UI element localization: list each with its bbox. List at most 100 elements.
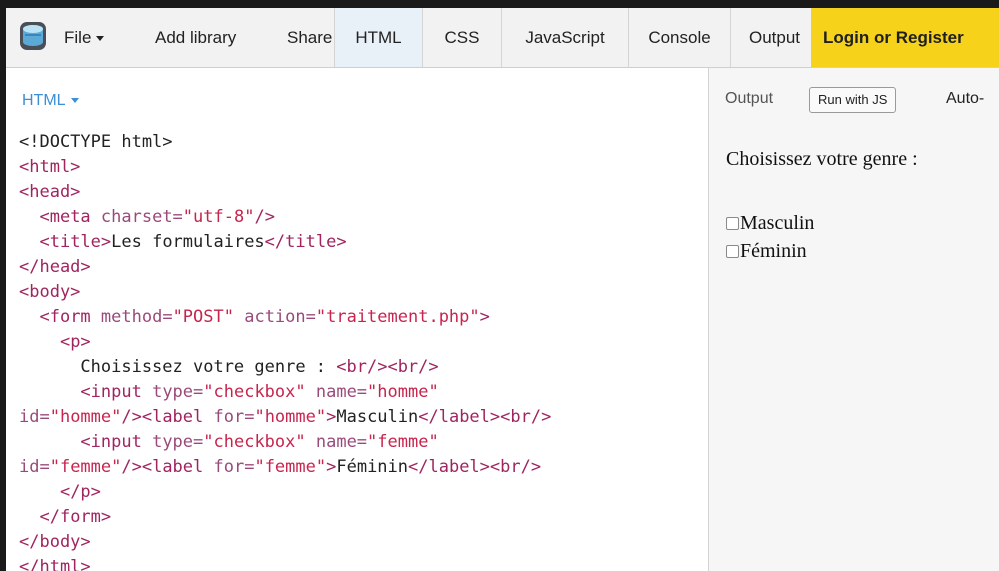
code-token: <title> — [39, 232, 112, 252]
code-line[interactable]: </p> — [19, 480, 551, 505]
code-token: </label><br/> — [418, 407, 552, 427]
app-window: File Add library Share HTML CSS JavaScri… — [6, 8, 999, 571]
option-label[interactable]: Féminin — [740, 240, 807, 262]
code-token: action= — [233, 307, 316, 327]
option-label[interactable]: Masculin — [740, 212, 814, 234]
code-token: > — [479, 307, 490, 327]
code-token: "homme" — [254, 407, 327, 427]
code-line[interactable]: Choisissez votre genre : <br/><br/> — [19, 355, 551, 380]
code-line[interactable]: <meta charset="utf-8"/> — [19, 205, 551, 230]
code-token: </title> — [264, 232, 347, 252]
code-token: Choisissez votre genre : — [19, 357, 337, 377]
code-token: "checkbox" — [203, 432, 306, 452]
option-masculin: Masculin — [726, 212, 814, 235]
language-selector[interactable]: HTML — [22, 92, 79, 110]
code-line[interactable]: <head> — [19, 180, 551, 205]
code-token: "homme" — [49, 407, 122, 427]
add-library-button[interactable]: Add library — [155, 8, 236, 67]
chevron-down-icon — [96, 36, 105, 42]
code-line[interactable]: <p> — [19, 330, 551, 355]
code-token: > — [326, 457, 337, 477]
code-token: <body> — [19, 282, 81, 302]
gender-question: Choisissez votre genre : — [726, 148, 918, 170]
code-line[interactable]: <body> — [19, 280, 551, 305]
file-menu-label: File — [64, 28, 92, 47]
rendered-output: Choisissez votre genre : — [726, 148, 918, 171]
run-with-js-button[interactable]: Run with JS — [809, 87, 897, 113]
database-logo-icon[interactable] — [18, 20, 48, 52]
code-line[interactable]: <input type="checkbox" name="femme" — [19, 430, 551, 455]
code-token: name= — [305, 382, 368, 402]
code-line[interactable]: <form method="POST" action="traitement.p… — [19, 305, 551, 330]
tab-javascript[interactable]: JavaScript — [501, 8, 628, 67]
code-token: <html> — [19, 157, 81, 177]
code-line[interactable]: id="homme"/><label for="homme">Masculin<… — [19, 405, 551, 430]
share-button[interactable]: Share — [287, 8, 332, 67]
code-line[interactable]: <html> — [19, 155, 551, 180]
code-token: Les formulaires — [111, 232, 265, 252]
code-token: <!DOCTYPE html> — [19, 132, 173, 152]
code-token: <meta — [39, 207, 101, 227]
code-line[interactable]: </form> — [19, 505, 551, 530]
html-editor-pane: HTML <!DOCTYPE html> <html> <head> <meta c… — [6, 68, 709, 571]
code-token: </head> — [19, 257, 91, 277]
code-token: "checkbox" — [203, 382, 306, 402]
code-token: <p> — [59, 332, 91, 352]
code-token: "femme" — [49, 457, 122, 477]
code-token: /><label — [121, 407, 214, 427]
code-token: "homme" — [367, 382, 439, 402]
code-line[interactable]: <!DOCTYPE html> — [19, 130, 551, 155]
code-token: charset= — [100, 207, 183, 227]
code-token: <br/><br/> — [336, 357, 439, 377]
code-token: "femme" — [254, 457, 327, 477]
toolbar: File Add library Share HTML CSS JavaScri… — [6, 8, 999, 68]
code-token: type= — [152, 382, 204, 402]
code-token: <head> — [19, 182, 81, 202]
code-line[interactable]: </body> — [19, 530, 551, 555]
code-token: <input — [80, 382, 153, 402]
code-editor[interactable]: <!DOCTYPE html> <html> <head> <meta charse… — [19, 130, 551, 571]
code-token: id= — [19, 407, 50, 427]
language-label: HTML — [22, 92, 66, 109]
code-token: </p> — [59, 482, 101, 502]
tab-css[interactable]: CSS — [422, 8, 501, 67]
code-token: /> — [254, 207, 275, 227]
tab-html[interactable]: HTML — [334, 8, 422, 67]
code-token: "femme" — [367, 432, 439, 452]
code-token: for= — [213, 407, 255, 427]
output-pane: Output Run with JS Auto- Choisissez votr… — [709, 68, 999, 571]
auto-run-label[interactable]: Auto- — [946, 90, 984, 108]
code-token: <input — [80, 432, 153, 452]
code-token: </html> — [19, 557, 91, 571]
checkbox-icon[interactable] — [726, 217, 739, 230]
code-token: </form> — [39, 507, 112, 527]
code-token: </label><br/> — [408, 457, 542, 477]
code-token: method= — [100, 307, 173, 327]
code-line[interactable]: </head> — [19, 255, 551, 280]
code-token: "POST" — [172, 307, 234, 327]
code-token: /><label — [121, 457, 214, 477]
option-feminin: Féminin — [726, 240, 807, 263]
file-menu[interactable]: File — [64, 8, 105, 67]
code-line[interactable]: id="femme"/><label for="femme">Féminin</… — [19, 455, 551, 480]
code-line[interactable]: <input type="checkbox" name="homme" — [19, 380, 551, 405]
tab-output[interactable]: Output — [730, 8, 811, 67]
code-line[interactable]: </html> — [19, 555, 551, 571]
tab-console[interactable]: Console — [628, 8, 730, 67]
chevron-down-icon — [70, 98, 79, 104]
code-token: > — [326, 407, 337, 427]
code-line[interactable]: <title>Les formulaires</title> — [19, 230, 551, 255]
code-token: name= — [305, 432, 368, 452]
checkbox-icon[interactable] — [726, 245, 739, 258]
code-token: type= — [152, 432, 204, 452]
login-register-button[interactable]: Login or Register — [811, 8, 999, 67]
code-token: "utf-8" — [182, 207, 255, 227]
